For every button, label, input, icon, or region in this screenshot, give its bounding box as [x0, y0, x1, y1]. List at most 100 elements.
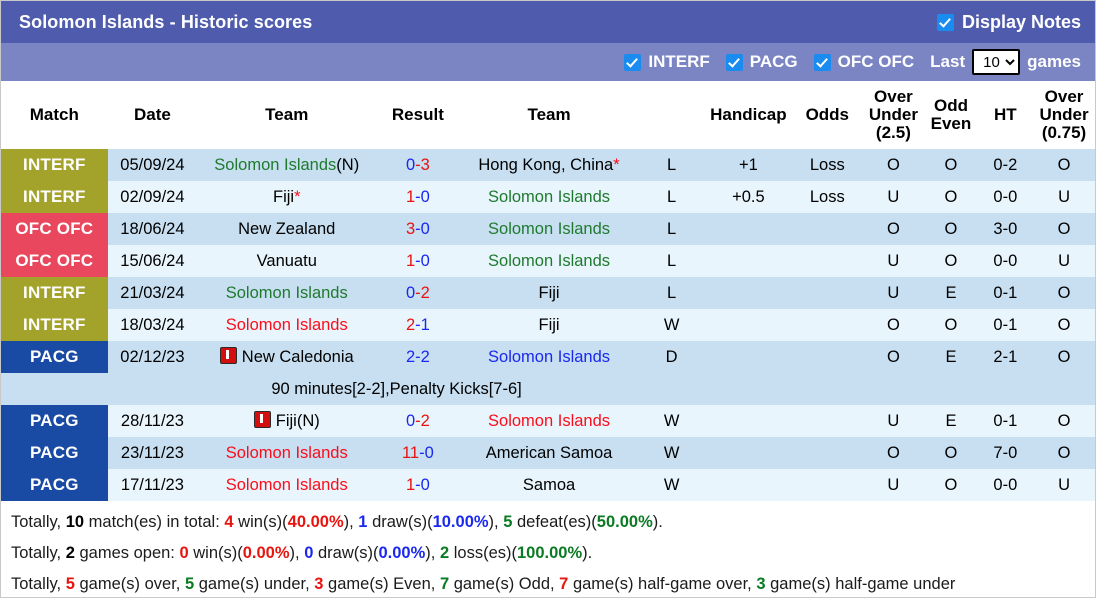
cell-team-away[interactable]: Solomon Islands [459, 213, 639, 245]
cell-competition[interactable]: PACG [1, 341, 108, 373]
competition-badge[interactable]: INTERF [1, 181, 108, 213]
table-row[interactable]: PACG 28/11/23 Fiji(N) 0-2 Solomon Islands W U E… [1, 405, 1095, 437]
filter-pacg-label: PACG [749, 52, 798, 71]
cell-score[interactable]: 1-0 [376, 469, 460, 501]
cell-team-away[interactable]: Solomon Islands [459, 405, 639, 437]
cell-team-away[interactable]: Solomon Islands [459, 245, 639, 277]
table-row[interactable]: INTERF 21/03/24 Solomon Islands 0-2 Fiji L U E 0… [1, 277, 1095, 309]
filter-interf[interactable]: INTERF [624, 52, 710, 72]
cell-over-under-25: U [862, 469, 925, 501]
competition-badge[interactable]: INTERF [1, 149, 108, 181]
cell-competition[interactable]: PACG [1, 469, 108, 501]
cell-score[interactable]: 3-0 [376, 213, 460, 245]
cell-odds [792, 405, 863, 437]
cell-handicap [704, 341, 793, 373]
score-away: 0 [420, 475, 430, 494]
cell-score[interactable]: 0-2 [376, 405, 460, 437]
cell-team-away[interactable]: Fiji [459, 309, 639, 341]
table-row[interactable]: PACG 23/11/23 Solomon Islands 11-0 American … [1, 437, 1095, 469]
cell-team-away[interactable]: Solomon Islands [459, 341, 639, 373]
cell-team-away[interactable]: American Samoa [459, 437, 639, 469]
cell-score[interactable]: 1-0 [376, 181, 460, 213]
team-home-name: Solomon Islands [225, 443, 348, 462]
col-header-match: Match [1, 81, 108, 149]
cell-competition[interactable]: INTERF [1, 149, 108, 181]
filter-pacg[interactable]: PACG [725, 52, 798, 72]
display-notes-checkbox-icon[interactable] [936, 13, 954, 31]
competition-badge[interactable]: PACG [1, 469, 108, 501]
cell-competition[interactable]: OFC OFC [1, 213, 108, 245]
l2-p5: draw(s)( [313, 544, 379, 562]
cell-competition[interactable]: PACG [1, 405, 108, 437]
cell-team-home[interactable]: Solomon Islands [197, 277, 377, 309]
cell-team-home[interactable]: Solomon Islands [197, 309, 377, 341]
historic-scores-table: Match Date Team Result Team Handicap Odd… [1, 81, 1095, 501]
match-note-icon[interactable] [219, 347, 237, 364]
oe-line2: Even [930, 114, 972, 133]
cell-competition[interactable]: INTERF [1, 309, 108, 341]
col-header-over-under-25: Over Under (2.5) [862, 81, 925, 149]
competition-badge[interactable]: INTERF [1, 309, 108, 341]
cell-competition[interactable]: INTERF [1, 277, 108, 309]
score-home: 3 [405, 219, 416, 238]
table-row[interactable]: INTERF 05/09/24 Solomon Islands(N) 0-3 Hong … [1, 149, 1095, 181]
competition-badge[interactable]: INTERF [1, 277, 108, 309]
cell-handicap [704, 309, 793, 341]
l3-half-over: 7 [559, 575, 569, 593]
cell-team-home[interactable]: Fiji* [197, 181, 377, 213]
cell-date: 18/06/24 [107, 213, 198, 245]
score-home: 1 [405, 251, 416, 270]
competition-badge[interactable]: PACG [1, 341, 108, 373]
cell-score[interactable]: 2-2 [376, 341, 460, 373]
cell-team-home[interactable]: New Caledonia [197, 341, 377, 373]
competition-badge[interactable]: OFC OFC [1, 245, 108, 277]
cell-score[interactable]: 0-2 [376, 277, 460, 309]
cell-date: 15/06/24 [107, 245, 198, 277]
cell-score[interactable]: 0-3 [376, 149, 460, 181]
table-row[interactable]: OFC OFC 18/06/24 New Zealand 3-0 Solomon Isl… [1, 213, 1095, 245]
games-count-select[interactable]: 10203050 [972, 49, 1021, 75]
competition-badge[interactable]: OFC OFC [1, 213, 108, 245]
col-header-ht: HT [977, 81, 1034, 149]
display-notes-toggle[interactable]: Display Notes [936, 12, 1081, 33]
cell-score[interactable]: 11-0 [376, 437, 460, 469]
cell-competition[interactable]: INTERF [1, 181, 108, 213]
l2-open: 2 [65, 544, 75, 562]
interf-checkbox-icon[interactable] [624, 53, 642, 71]
cell-team-home[interactable]: Vanuatu [197, 245, 377, 277]
score-away: 0 [424, 443, 434, 462]
cell-competition[interactable]: OFC OFC [1, 245, 108, 277]
cell-competition[interactable]: PACG [1, 437, 108, 469]
cell-team-home[interactable]: New Zealand [197, 213, 377, 245]
l2-losses-pct: 100.00% [517, 544, 583, 562]
ou075-line2: Under [1039, 105, 1089, 124]
cell-team-home[interactable]: Solomon Islands [197, 469, 377, 501]
cell-team-home[interactable]: Solomon Islands(N) [197, 149, 377, 181]
competition-badge[interactable]: PACG [1, 437, 108, 469]
ofc-checkbox-icon[interactable] [813, 53, 831, 71]
l2-wins-pct: 0.00% [242, 544, 290, 562]
filter-interf-label: INTERF [648, 52, 710, 71]
table-row[interactable]: INTERF 02/09/24 Fiji* 1-0 Solomon Islands L +0… [1, 181, 1095, 213]
pacg-checkbox-icon[interactable] [725, 53, 743, 71]
filter-ofc[interactable]: OFC OFC [813, 52, 914, 72]
cell-odd-even: O [924, 181, 978, 213]
cell-score[interactable]: 2-1 [376, 309, 460, 341]
table-row[interactable]: INTERF 18/03/24 Solomon Islands 2-1 Fiji W O O 0… [1, 309, 1095, 341]
cell-team-away[interactable]: Samoa [459, 469, 639, 501]
cell-odd-even: O [924, 213, 978, 245]
l1-p4: ), [343, 513, 359, 531]
table-row[interactable]: PACG 17/11/23 Solomon Islands 1-0 Samoa W U O 0-… [1, 469, 1095, 501]
cell-team-home[interactable]: Solomon Islands [197, 437, 377, 469]
competition-badge[interactable]: PACG [1, 405, 108, 437]
cell-score[interactable]: 1-0 [376, 245, 460, 277]
l2-p3: win(s)( [188, 544, 243, 562]
l2-p1: Totally, [11, 544, 66, 562]
cell-team-away[interactable]: Fiji [459, 277, 639, 309]
table-row[interactable]: PACG 02/12/23 New Caledonia 2-2 Solomon Isla… [1, 341, 1095, 373]
cell-team-away[interactable]: Solomon Islands [459, 181, 639, 213]
cell-team-away[interactable]: Hong Kong, China* [459, 149, 639, 181]
match-note-icon[interactable] [253, 411, 271, 428]
cell-team-home[interactable]: Fiji(N) [197, 405, 377, 437]
table-row[interactable]: OFC OFC 15/06/24 Vanuatu 1-0 Solomon Islands… [1, 245, 1095, 277]
